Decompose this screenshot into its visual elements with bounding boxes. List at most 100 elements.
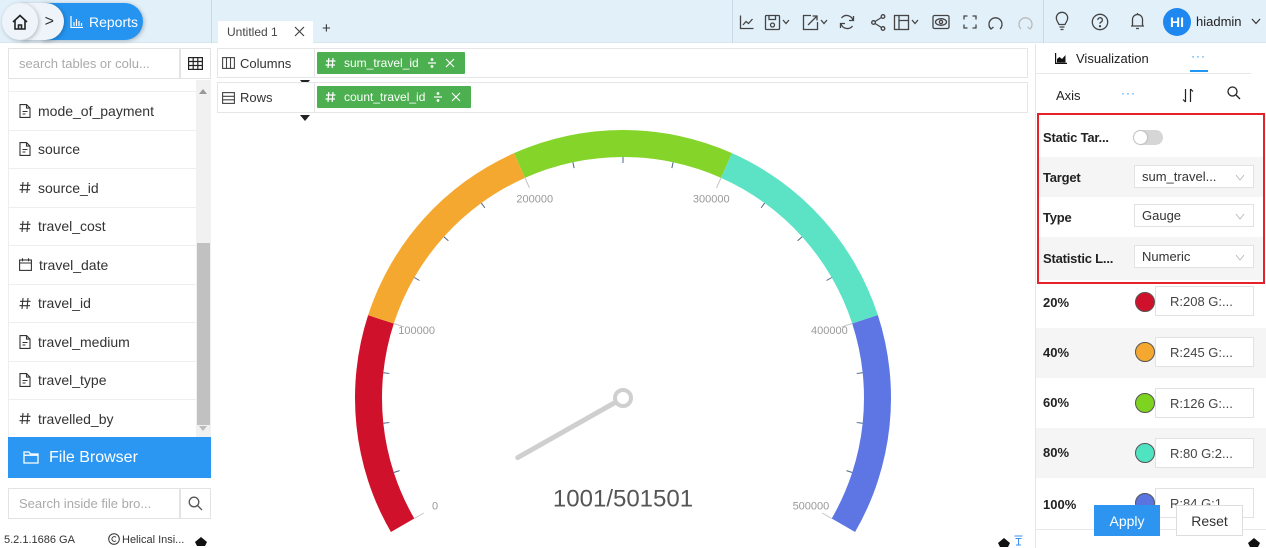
close-tab-icon[interactable] xyxy=(294,26,305,37)
chevron-down-icon[interactable] xyxy=(1251,18,1261,25)
notifications-button[interactable] xyxy=(1130,11,1145,31)
file-search-button[interactable] xyxy=(180,488,211,519)
color-value-input[interactable]: R:80 G:2... xyxy=(1155,438,1254,468)
undo-button[interactable] xyxy=(987,12,1004,32)
field-name: travel_type xyxy=(38,372,107,389)
columns-shelf-label: Columns xyxy=(218,49,315,77)
gauge-minor-tick xyxy=(826,277,832,281)
statistic-label-select[interactable]: Numeric xyxy=(1134,245,1254,268)
color-value-input[interactable]: R:126 G:... xyxy=(1155,388,1254,418)
axis-more-options[interactable]: ··· xyxy=(1121,86,1136,100)
file-search-input[interactable] xyxy=(9,489,179,518)
color-swatch[interactable] xyxy=(1135,292,1155,312)
help-button[interactable] xyxy=(1091,12,1109,32)
gauge-axis-label: 100000 xyxy=(398,325,435,337)
remove-chip-icon[interactable] xyxy=(451,92,461,102)
gauge-axis-label: 0 xyxy=(432,500,438,512)
color-swatch[interactable] xyxy=(1135,443,1155,463)
refresh-button[interactable] xyxy=(838,12,856,32)
field-item[interactable]: source_id xyxy=(9,169,196,208)
measure-icon xyxy=(325,91,336,103)
chart-type-button[interactable] xyxy=(739,12,755,32)
tips-button[interactable] xyxy=(1055,11,1069,31)
color-value-input[interactable]: R:245 G:... xyxy=(1155,337,1254,367)
sort-toggle-icon[interactable] xyxy=(1182,88,1194,103)
redo-icon xyxy=(1018,16,1033,30)
color-swatch[interactable] xyxy=(1135,393,1155,413)
user-avatar[interactable]: HI xyxy=(1163,8,1191,36)
rows-icon xyxy=(222,91,235,104)
save-button[interactable] xyxy=(764,12,790,32)
preview-button[interactable] xyxy=(932,12,950,32)
search-icon[interactable] xyxy=(1227,86,1241,100)
color-swatch[interactable] xyxy=(1135,342,1155,362)
reset-button[interactable]: Reset xyxy=(1176,505,1243,536)
add-tab-button[interactable]: + xyxy=(322,20,331,37)
chevron-down-icon xyxy=(820,19,828,25)
filter-icon[interactable] xyxy=(1014,535,1023,546)
bell-icon xyxy=(1131,13,1144,30)
scroll-down-arrow[interactable] xyxy=(199,426,207,431)
scroll-up-arrow[interactable] xyxy=(199,89,207,94)
field-item[interactable]: source xyxy=(9,131,196,169)
field-item[interactable]: travel_date xyxy=(9,246,196,285)
file-browser-button[interactable]: File Browser xyxy=(8,437,211,478)
export-button[interactable] xyxy=(802,12,828,32)
pin-icon[interactable] xyxy=(195,536,207,546)
tab-visualization[interactable]: Visualization xyxy=(1055,51,1149,66)
row-chip[interactable]: count_travel_id xyxy=(317,86,472,108)
bar-chart-icon xyxy=(70,15,83,28)
gauge-minor-tick xyxy=(383,372,390,374)
field-item[interactable]: travel_type xyxy=(9,362,196,400)
pin-icon[interactable] xyxy=(1248,537,1260,547)
user-area-divider xyxy=(1043,0,1044,43)
help-icon xyxy=(1091,13,1109,31)
field-item[interactable]: travelled_by xyxy=(9,400,196,437)
pin-icon[interactable] xyxy=(998,537,1010,547)
target-select[interactable]: sum_travel... xyxy=(1134,165,1254,188)
number-field-icon xyxy=(19,413,31,425)
layout-button[interactable] xyxy=(893,12,919,32)
color-stop-label: 60% xyxy=(1043,395,1070,410)
static-target-toggle[interactable] xyxy=(1133,130,1163,145)
apply-button[interactable]: Apply xyxy=(1094,505,1160,536)
color-stop-label: 20% xyxy=(1043,295,1070,310)
toggle-knob xyxy=(1134,131,1147,144)
rows-shelf[interactable]: Rows count_travel_id xyxy=(217,82,1028,113)
field-list-scrollbar[interactable] xyxy=(196,80,211,437)
column-chip[interactable]: sum_travel_id xyxy=(317,52,465,74)
setting-label: Static Tar... xyxy=(1043,129,1109,145)
field-item[interactable]: travel_id xyxy=(9,285,196,323)
field-item[interactable]: travel_cost xyxy=(9,208,196,246)
share-button[interactable] xyxy=(871,12,886,32)
gauge-settings-highlight: Static Tar... Target sum_travel... Type … xyxy=(1037,113,1265,284)
date-field-icon xyxy=(19,258,32,272)
select-value: sum_travel... xyxy=(1142,169,1217,184)
field-item[interactable]: mode_of_payment xyxy=(9,92,196,131)
field-item[interactable]: travel_medium xyxy=(9,323,196,362)
folder-icon xyxy=(23,451,39,464)
sort-icon[interactable] xyxy=(427,57,437,69)
setting-target: Target sum_travel... xyxy=(1039,157,1263,197)
gauge-band xyxy=(831,315,891,532)
type-select[interactable]: Gauge xyxy=(1134,204,1254,227)
axis-tab[interactable]: Axis xyxy=(1056,88,1081,103)
scroll-thumb[interactable] xyxy=(197,243,210,425)
columns-shelf[interactable]: Columns sum_travel_id xyxy=(217,48,1028,78)
fullscreen-button[interactable] xyxy=(962,12,978,32)
redo-button[interactable] xyxy=(1017,12,1034,32)
text-field-icon xyxy=(19,373,31,388)
chevron-down-icon xyxy=(911,19,919,25)
tab-more-options[interactable]: ··· xyxy=(1191,49,1206,63)
copyright-icon xyxy=(108,533,120,545)
table-view-button[interactable] xyxy=(180,48,211,79)
home-button[interactable] xyxy=(2,3,38,40)
table-search-input[interactable] xyxy=(9,49,179,78)
user-menu[interactable]: hiadmin xyxy=(1196,14,1242,29)
remove-chip-icon[interactable] xyxy=(445,58,455,68)
fullscreen-icon xyxy=(963,15,977,29)
sort-icon[interactable] xyxy=(433,91,443,103)
tab-untitled-1[interactable]: Untitled 1 xyxy=(218,21,313,43)
color-value-input[interactable]: R:208 G:... xyxy=(1155,286,1254,316)
color-stop-row: 20% R:208 G:... xyxy=(1036,285,1266,328)
